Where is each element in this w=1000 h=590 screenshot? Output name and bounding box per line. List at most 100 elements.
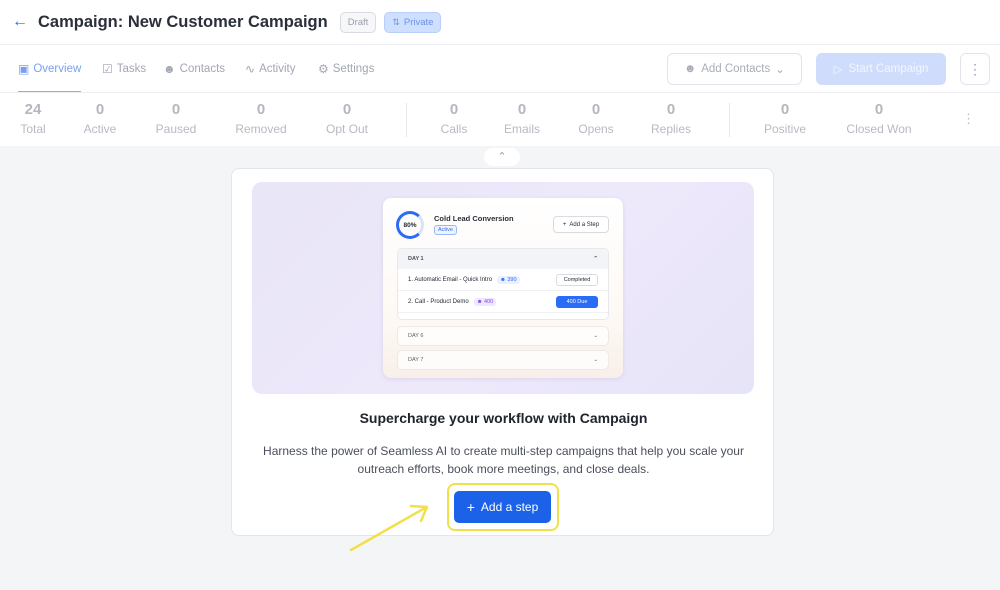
start-campaign-button[interactable]: ▷ Start Campaign [816, 53, 946, 85]
tab-label: Activity [259, 63, 296, 75]
pointer-arrow-icon [349, 504, 429, 552]
mock-status-badge: Active [434, 225, 457, 235]
stat-value: 0 [666, 101, 676, 118]
stat-label: Removed [235, 122, 287, 136]
campaign-preview-mock: 80% Cold Lead Conversion Active + Add a … [383, 198, 623, 378]
stat-value: 0 [342, 101, 352, 118]
mock-step-row: 1. Automatic Email - Quick Intro ☻ 390 C… [398, 269, 608, 291]
add-step-button[interactable]: + Add a step [454, 491, 551, 523]
tab-bar: ▣ Overview ☑ Tasks ☻ Contacts ∿ Activity… [0, 44, 1000, 93]
mock-step-count: ☻ 400 [473, 297, 497, 306]
stat-label: Replies [650, 122, 692, 136]
visibility-badge: ⇅ Private [384, 11, 442, 33]
empty-state-card: 80% Cold Lead Conversion Active + Add a … [231, 168, 774, 536]
page-title: Campaign: New Customer Campaign [38, 12, 328, 31]
stat-opens: 0 Opens [578, 101, 613, 136]
mock-step-name: 1. Automatic Email - Quick Intro [408, 276, 493, 283]
stat-calls: 0 Calls [441, 101, 468, 136]
stat-label: Opt Out [325, 122, 369, 136]
mock-add-step-button: + Add a Step [553, 216, 609, 233]
stat-value: 0 [591, 101, 601, 118]
page-header: ← Campaign: New Customer Campaign Draft … [0, 0, 1000, 44]
tab-label: Contacts [179, 63, 226, 75]
stat-label: Emails [503, 122, 541, 136]
mock-count-value: 400 [484, 298, 494, 305]
stat-value: 0 [780, 101, 790, 118]
status-badge: Draft [339, 11, 377, 33]
stat-label: Positive [763, 122, 807, 136]
stat-label: Opens [578, 122, 614, 136]
tab-contacts[interactable]: ☻ Contacts [163, 45, 225, 93]
stat-emails: 0 Emails [504, 101, 540, 136]
chevron-down-icon: ⌄ [593, 333, 598, 339]
start-campaign-label: Start Campaign [848, 63, 929, 75]
stat-value: 0 [95, 101, 105, 118]
mock-count-value: 390 [507, 276, 517, 283]
stat-value: 0 [449, 101, 459, 118]
stat-replies: 0 Replies [651, 101, 691, 136]
stat-opt-out: 0 Opt Out [326, 101, 368, 136]
add-contacts-label: Add Contacts [701, 63, 771, 75]
stat-paused: 0 Paused [156, 101, 197, 136]
monitor-icon: ▣ [18, 62, 30, 76]
tab-label: Settings [332, 63, 375, 75]
stat-positive: 0 Positive [764, 101, 806, 136]
stat-closed-won: 0 Closed Won [846, 101, 911, 136]
chevron-down-icon: ⌄ [775, 64, 785, 76]
tab-tasks[interactable]: ☑ Tasks [102, 45, 146, 93]
mock-step-count: ☻ 390 [497, 275, 520, 284]
stat-active: 0 Active [84, 101, 117, 136]
mock-step-action: Completed [556, 273, 598, 286]
tab-overview[interactable]: ▣ Overview [18, 45, 82, 93]
more-options-button[interactable]: ⋮ [960, 53, 990, 85]
tab-activity[interactable]: ∿ Activity [245, 45, 295, 93]
stats-more-icon[interactable]: ⋮ [962, 111, 975, 127]
visibility-badge-label: Private [403, 16, 434, 28]
progress-ring: 80% [396, 211, 424, 239]
tab-label: Tasks [116, 63, 147, 75]
campaign-illustration: 80% Cold Lead Conversion Active + Add a … [252, 182, 754, 394]
gear-icon: ⚙ [318, 62, 329, 76]
tab-settings[interactable]: ⚙ Settings [318, 45, 374, 93]
play-icon: ▷ [833, 64, 843, 76]
stat-label: Active [83, 122, 117, 136]
stats-divider [406, 103, 407, 137]
stats-divider [729, 103, 730, 137]
mock-day-label: DAY 6 [408, 333, 424, 339]
contacts-icon: ☻ [163, 62, 176, 76]
stat-removed: 0 Removed [235, 101, 286, 136]
checkbox-icon: ☑ [102, 62, 113, 76]
mock-step-row: 2. Call - Product Demo ☻ 400 400 Due [398, 291, 608, 313]
chevron-down-icon: ⌄ [593, 357, 598, 363]
stat-total: 24 Total [20, 101, 45, 136]
mock-day-label: DAY 1 [408, 256, 424, 262]
stat-label: Calls [440, 122, 468, 136]
add-contacts-button[interactable]: ☻ Add Contacts ⌄ [667, 53, 802, 85]
mock-add-step-label: Add a Step [569, 221, 600, 228]
stat-value: 24 [24, 101, 42, 118]
mock-day-1-panel: DAY 1 ⌃ 1. Automatic Email - Quick Intro… [397, 248, 609, 320]
stat-label: Total [20, 122, 46, 136]
back-arrow-icon[interactable]: ← [12, 13, 34, 31]
stats-bar: 24 Total 0 Active 0 Paused 0 Removed 0 Opt Ou… [0, 92, 1000, 146]
activity-icon: ∿ [245, 62, 256, 76]
empty-state-description: Harness the power of Seamless AI to crea… [263, 444, 744, 476]
tab-label: Overview [33, 63, 82, 75]
mock-day-header: DAY 1 ⌃ [398, 249, 608, 269]
lock-icon: ⇅ [392, 16, 400, 27]
add-step-label: Add a step [480, 500, 539, 514]
mock-step-action: 400 Due [556, 295, 598, 308]
stat-label: Closed Won [846, 122, 912, 136]
mock-campaign-name: Cold Lead Conversion [434, 214, 514, 223]
plus-icon: + [562, 221, 567, 228]
empty-state-headline: Supercharge your workflow with Campaign [359, 410, 648, 426]
stat-label: Paused [155, 122, 197, 136]
stat-value: 0 [171, 101, 181, 118]
mock-day-label: DAY 7 [408, 357, 424, 363]
stat-value: 0 [517, 101, 527, 118]
chevron-up-icon: ⌃ [593, 256, 598, 262]
chevrons-up-icon: ⌃ [497, 151, 507, 163]
plus-icon: + [466, 499, 475, 515]
collapse-stats-button[interactable]: ⌃ [484, 148, 520, 166]
more-vertical-icon: ⋮ [968, 60, 982, 77]
